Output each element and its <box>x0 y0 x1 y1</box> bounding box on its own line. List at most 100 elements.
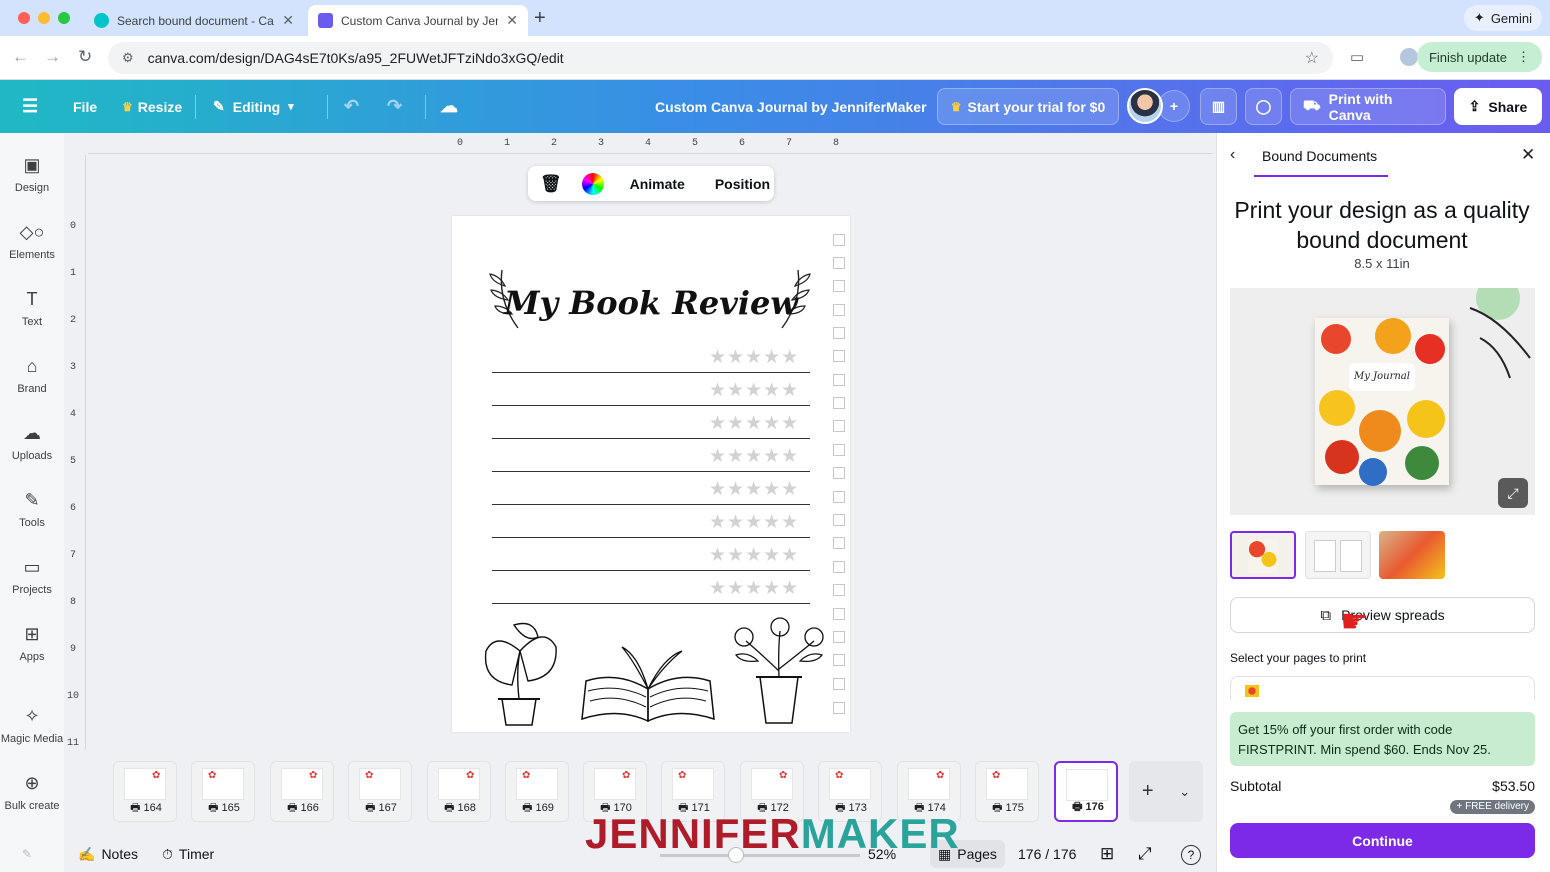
design-page[interactable]: My Book Review ★★★★★ ★★★★★ ★★★★★ ★★★★★ ★… <box>452 216 850 732</box>
browser-tab-search[interactable]: Search bound document - Canva ✕ <box>84 5 304 36</box>
flower-icon: ✿ <box>365 770 374 781</box>
sidebar-item-design[interactable]: ▣ Design <box>0 155 64 194</box>
timer-button[interactable]: ⏱ Timer <box>162 840 214 868</box>
back-arrow-icon[interactable]: ← <box>12 47 29 67</box>
brand-icon: ⌂ <box>26 356 38 376</box>
text-icon: T <box>26 289 38 309</box>
printer-icon: 🖶 <box>1072 801 1086 813</box>
editing-mode-button[interactable]: ✎ Editing ▾ <box>213 80 294 133</box>
sidebar-item-tools[interactable]: ✎ Tools <box>0 490 64 529</box>
share-button[interactable]: ⇪ Share <box>1454 88 1542 125</box>
reload-icon[interactable]: ↻ <box>78 47 92 67</box>
page-thumbnail[interactable]: ✿ 🖶 165 <box>191 761 255 822</box>
printer-icon: 🖶 <box>444 802 458 814</box>
pages-label: Pages <box>957 846 997 862</box>
insights-chart-icon[interactable]: ▥ <box>1200 88 1237 125</box>
flower-icon <box>1415 334 1445 364</box>
thumbnail-preview <box>1066 769 1108 801</box>
trash-icon[interactable]: 🗑 <box>540 174 562 194</box>
page-thumbnail[interactable]: ✿ 🖶 169 <box>505 761 569 822</box>
bookmark-star-icon[interactable]: ☆ <box>1305 48 1319 68</box>
sidebar-item-uploads[interactable]: ☁ Uploads <box>0 423 64 462</box>
continue-button[interactable]: Continue <box>1230 823 1535 858</box>
undo-icon[interactable]: ↶ <box>344 80 359 133</box>
finish-update-button[interactable]: Finish update ⋮ <box>1416 42 1542 72</box>
review-line <box>492 603 810 604</box>
gemini-button[interactable]: ✦ Gemini <box>1463 5 1542 31</box>
ruler-tick: 3 <box>70 362 77 373</box>
add-page-plus-icon[interactable]: + <box>1142 780 1154 803</box>
close-tab-icon[interactable]: ✕ <box>282 12 294 29</box>
position-button[interactable]: Position <box>715 176 770 192</box>
ruler-tick: 5 <box>692 138 699 149</box>
forward-arrow-icon[interactable]: → <box>44 47 61 67</box>
sidebar-item-magic-media[interactable]: ✧ Magic Media <box>0 706 64 745</box>
page-thumbnail[interactable]: ✿ 🖶 168 <box>427 761 491 822</box>
checkbox <box>833 561 845 573</box>
back-chevron-icon[interactable]: ‹ <box>1230 146 1235 164</box>
chevron-down-icon[interactable]: ⌄ <box>1179 784 1190 800</box>
browser-tab-journal[interactable]: Custom Canva Journal by JenniferMaker ✕ <box>308 5 528 36</box>
sidebar-item-projects[interactable]: ▭ Projects <box>0 557 64 596</box>
ruler-tick: 4 <box>70 409 77 420</box>
help-icon[interactable]: ? <box>1181 845 1201 865</box>
color-picker-icon[interactable] <box>581 172 604 195</box>
document-title[interactable]: Custom Canva Journal by JenniferMaker <box>655 80 927 133</box>
page-select-thumb <box>1245 685 1259 697</box>
comment-icon[interactable]: ◯ <box>1245 88 1282 125</box>
close-tab-icon[interactable]: ✕ <box>506 12 518 29</box>
timer-icon: ⏱ <box>162 845 173 862</box>
page-thumbnail[interactable]: ✿ 🖶 167 <box>348 761 412 822</box>
expand-image-icon[interactable]: ⤢ <box>1498 478 1528 508</box>
review-line <box>492 537 810 538</box>
notes-button[interactable]: ✍ Notes <box>78 840 138 868</box>
sidebar-item-apps[interactable]: ⊞ Apps <box>0 624 64 663</box>
redo-icon[interactable]: ↷ <box>387 80 402 133</box>
maximize-window-button[interactable] <box>58 12 70 24</box>
star-rating: ★★★★★ <box>709 380 800 401</box>
sidebar-item-brand[interactable]: ⌂ Brand <box>0 356 64 395</box>
checkbox <box>833 397 845 409</box>
page-title: My Book Review <box>504 284 798 322</box>
product-thumbnail-lifestyle[interactable] <box>1379 531 1445 579</box>
resize-button[interactable]: ♛ Resize <box>122 80 182 133</box>
profile-avatar-icon[interactable] <box>1400 48 1418 66</box>
page-thumbnail[interactable]: ✿ 🖶 175 <box>975 761 1039 822</box>
product-thumbnail-cover[interactable] <box>1230 531 1296 579</box>
minimize-window-button[interactable] <box>38 12 50 24</box>
sidebar-collapse-icon[interactable]: ✎ <box>22 840 32 868</box>
grid-view-icon[interactable]: ⊞ <box>1100 840 1114 868</box>
spread-page-left <box>1314 540 1336 572</box>
left-ruler: 0 1 2 3 4 5 6 7 8 9 10 11 <box>66 155 86 750</box>
url-text[interactable]: canva.com/design/DAG4sE7t0Ks/a95_2FUWetJ… <box>148 50 564 66</box>
page-thumbnail[interactable]: ✿ 🖶 164 <box>113 761 177 822</box>
sidebar-item-label: Design <box>14 182 50 194</box>
flower-icon <box>1407 400 1445 438</box>
printer-icon: 🖶 <box>130 802 144 814</box>
sidebar-item-text[interactable]: T Text <box>0 289 64 328</box>
preview-spreads-button[interactable]: ⧉ Preview spreads <box>1230 597 1535 633</box>
close-window-button[interactable] <box>18 12 30 24</box>
notes-label: Notes <box>101 846 139 862</box>
print-with-canva-button[interactable]: ⛟ Print with Canva <box>1290 88 1446 125</box>
site-settings-icon[interactable]: ⚙ <box>122 50 134 66</box>
omnibox[interactable]: ⚙ canva.com/design/DAG4sE7t0Ks/a95_2FUWe… <box>108 42 1333 74</box>
page-number: 168 <box>457 802 476 814</box>
animate-button[interactable]: Animate <box>630 176 685 192</box>
page-thumbnail[interactable]: ✿ 🖶 166 <box>270 761 334 822</box>
file-menu[interactable]: File <box>73 80 97 133</box>
close-panel-icon[interactable]: ✕ <box>1521 145 1535 165</box>
user-avatar[interactable] <box>1127 88 1163 124</box>
start-trial-button[interactable]: ♛ Start your trial for $0 <box>937 88 1119 125</box>
menu-hamburger-icon[interactable]: ☰ <box>22 80 38 133</box>
cast-icon[interactable]: ▭ <box>1350 48 1364 66</box>
sidebar-item-elements[interactable]: ◇○ Elements <box>0 222 64 261</box>
sidebar-item-bulk-create[interactable]: ⊕ Bulk create <box>0 773 64 812</box>
product-thumbnail-spread[interactable] <box>1305 531 1371 579</box>
fullscreen-icon[interactable]: ⤢ <box>1138 840 1152 868</box>
cloud-saved-icon[interactable]: ☁ <box>440 80 458 133</box>
new-tab-icon[interactable]: + <box>534 7 546 30</box>
page-thumbnail-selected[interactable]: 🖶 176 <box>1054 761 1118 822</box>
magic-media-icon: ✧ <box>24 706 40 726</box>
page-selector[interactable] <box>1230 676 1535 700</box>
